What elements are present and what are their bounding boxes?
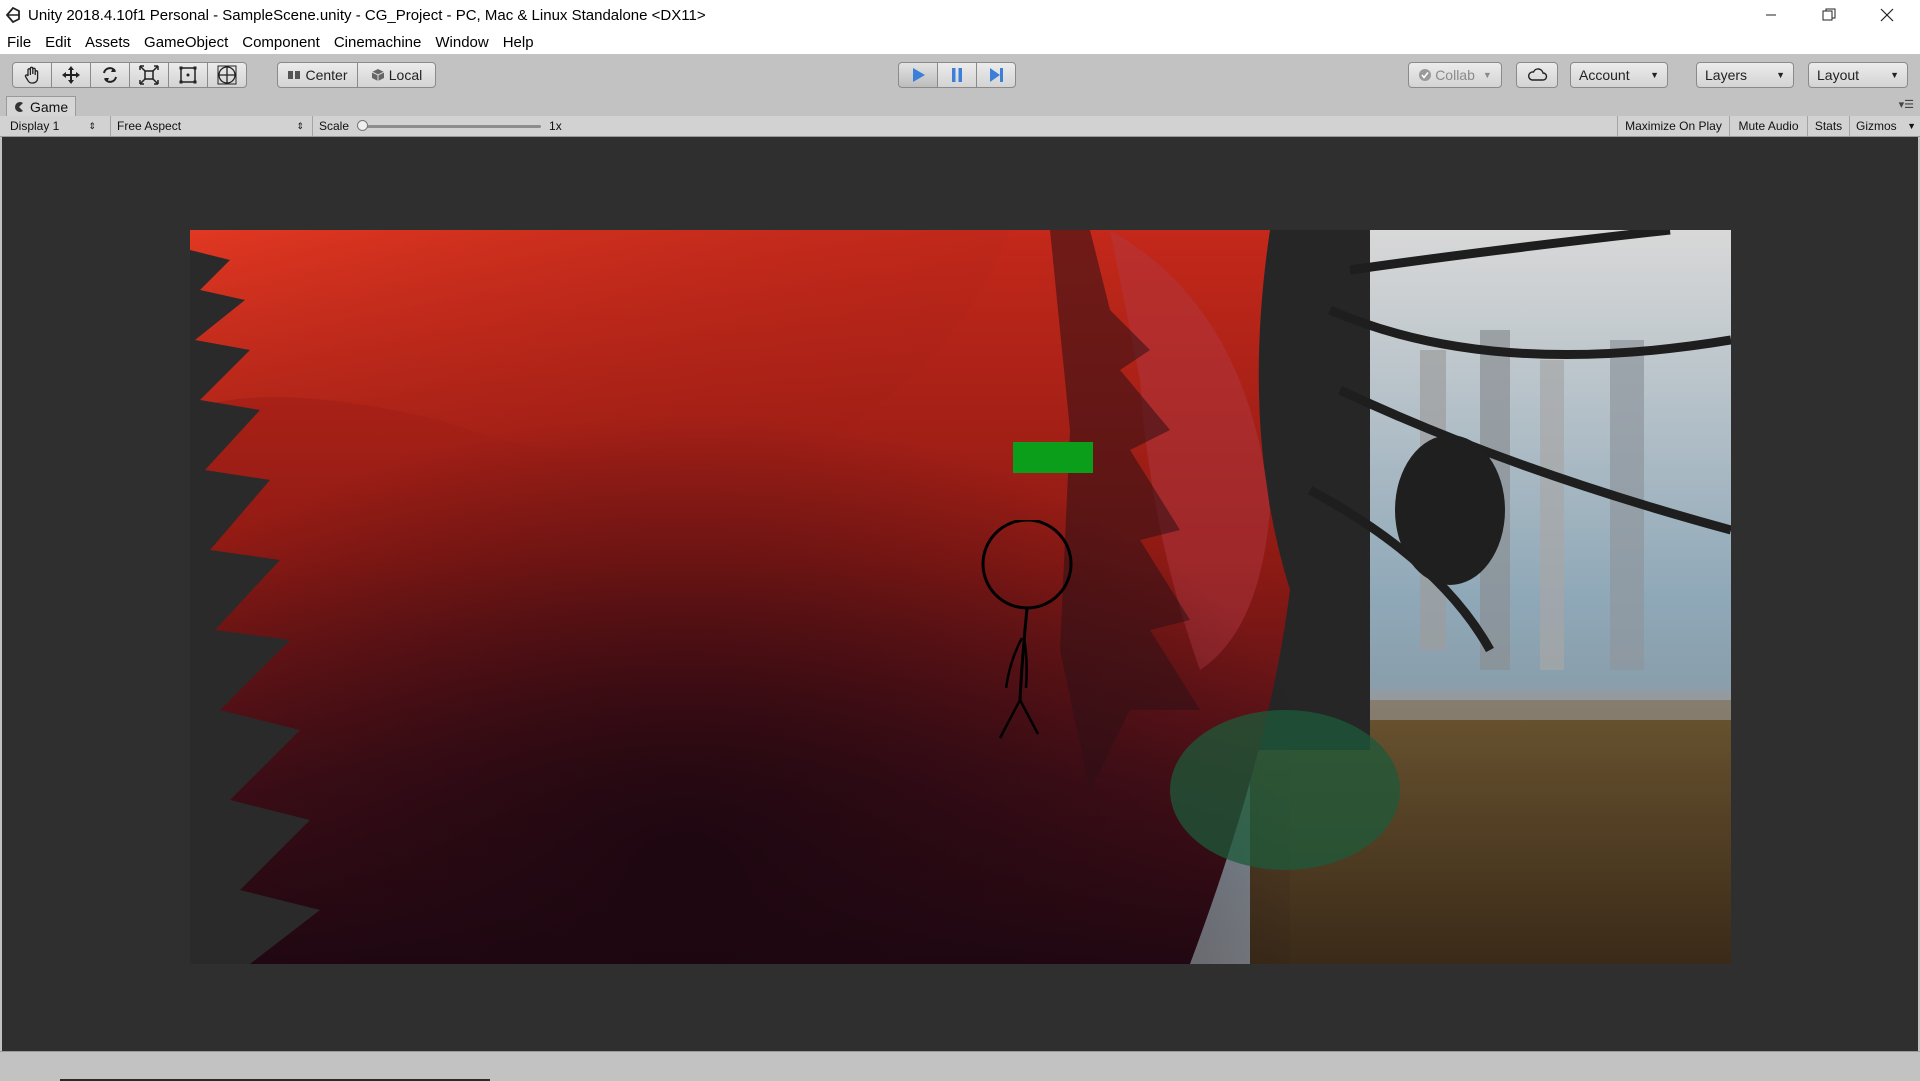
menu-edit[interactable]: Edit (38, 34, 78, 51)
play-icon (913, 68, 925, 82)
stats-toggle[interactable]: Stats (1807, 116, 1849, 136)
updown-arrow-icon: ⇕ (88, 120, 96, 131)
hand-tool-button[interactable] (12, 62, 52, 88)
menu-window[interactable]: Window (428, 34, 495, 51)
chevron-down-icon: ▼ (1776, 70, 1785, 80)
status-bar (0, 1051, 1920, 1081)
pause-icon (952, 68, 962, 82)
tab-game[interactable]: Game (6, 96, 76, 116)
updown-arrow-icon: ⇕ (296, 120, 304, 131)
step-icon (990, 68, 1003, 82)
scale-tool-button[interactable] (129, 62, 169, 88)
mute-audio-toggle[interactable]: Mute Audio (1729, 116, 1807, 136)
chevron-down-icon: ▼ (1890, 70, 1899, 80)
scale-value: 1x (549, 119, 562, 133)
menu-gameobject[interactable]: GameObject (137, 34, 235, 51)
title-bar: Unity 2018.4.10f1 Personal - SampleScene… (0, 0, 1920, 30)
collab-label: Collab (1435, 67, 1475, 83)
player-stick-figure (981, 520, 1073, 739)
transform-tool-icon (217, 65, 237, 85)
scale-label: Scale (319, 119, 350, 133)
game-view-icon (15, 101, 23, 112)
local-label: Local (388, 67, 423, 83)
menu-file[interactable]: File (0, 34, 38, 51)
minimize-icon (1766, 14, 1776, 16)
scene-artwork (190, 230, 1731, 964)
move-tool-icon (62, 66, 80, 84)
panel-menu-icon[interactable]: ▾☰ (1899, 98, 1914, 111)
chevron-down-icon: ▼ (1650, 70, 1659, 80)
layout-label: Layout (1817, 67, 1860, 83)
game-tab-row: Game ▾☰ (0, 94, 1920, 117)
step-button[interactable] (976, 62, 1016, 88)
restore-icon (1822, 8, 1836, 21)
menu-help[interactable]: Help (496, 34, 541, 51)
check-icon (1419, 69, 1432, 81)
layout-dropdown[interactable]: Layout ▼ (1808, 62, 1908, 88)
tree-trunk (1540, 360, 1564, 670)
move-tool-button[interactable] (51, 62, 91, 88)
maximize-on-play-toggle[interactable]: Maximize On Play (1617, 116, 1729, 136)
mute-audio-label: Mute Audio (1738, 119, 1799, 133)
menu-cinemachine[interactable]: Cinemachine (327, 34, 429, 51)
close-icon (1880, 8, 1894, 22)
rect-tool-button[interactable] (168, 62, 208, 88)
local-cube-icon (371, 69, 384, 81)
layers-label: Layers (1705, 67, 1748, 83)
main-toolbar: Center Local Collab ▼ Account ▼ Layers ▼… (0, 54, 1920, 95)
collab-dropdown[interactable]: Collab ▼ (1408, 62, 1502, 88)
play-button[interactable] (898, 62, 938, 88)
health-bar (1013, 442, 1093, 473)
minimize-button[interactable] (1742, 0, 1800, 30)
layers-dropdown[interactable]: Layers ▼ (1696, 62, 1794, 88)
gizmos-dropdown[interactable]: Gizmos ▼ (1849, 116, 1920, 136)
window-title: Unity 2018.4.10f1 Personal - SampleScene… (28, 6, 706, 24)
menu-assets[interactable]: Assets (78, 34, 137, 51)
pivot-icon (288, 71, 301, 79)
dark-foliage (1395, 435, 1505, 585)
restore-button[interactable] (1800, 0, 1858, 30)
game-viewport[interactable] (2, 137, 1918, 1051)
cloud-button[interactable] (1516, 62, 1558, 88)
transform-tool-button[interactable] (207, 62, 247, 88)
display-dropdown[interactable]: Display 1 ⇕ (4, 116, 102, 136)
display-label: Display 1 (10, 119, 60, 133)
pivot-label: Center (305, 67, 348, 83)
tab-game-label: Game (30, 98, 69, 115)
game-scene[interactable] (190, 230, 1731, 964)
scale-slider[interactable] (357, 119, 542, 133)
pause-button[interactable] (937, 62, 977, 88)
unity-logo-icon (5, 6, 20, 24)
gizmos-label: Gizmos (1856, 119, 1897, 133)
scale-slider-track (357, 125, 542, 128)
scale-control: Scale 1x (312, 116, 572, 136)
aspect-dropdown[interactable]: Free Aspect ⇕ (110, 116, 310, 136)
pivot-local-toggle[interactable]: Local (357, 62, 436, 88)
maximize-on-play-label: Maximize On Play (1625, 119, 1722, 133)
green-bush (1170, 710, 1400, 870)
aspect-label: Free Aspect (117, 119, 182, 133)
transform-tools (12, 62, 247, 88)
menu-component[interactable]: Component (235, 34, 327, 51)
rect-tool-icon (179, 66, 197, 84)
scale-tool-icon (139, 65, 159, 85)
rotate-tool-icon (103, 67, 117, 83)
account-dropdown[interactable]: Account ▼ (1570, 62, 1668, 88)
chevron-down-icon: ▼ (1482, 70, 1492, 80)
cloud-icon (1528, 68, 1548, 81)
scale-slider-thumb[interactable] (357, 120, 369, 131)
account-label: Account (1579, 67, 1630, 83)
close-button[interactable] (1858, 0, 1916, 30)
game-view-bar: Display 1 ⇕ Free Aspect ⇕ Scale 1x Maxim… (0, 116, 1920, 137)
menu-bar: File Edit Assets GameObject Component Ci… (0, 30, 1920, 54)
rotate-tool-button[interactable] (90, 62, 130, 88)
pivot-center-toggle[interactable]: Center (277, 62, 358, 88)
stats-label: Stats (1814, 119, 1843, 133)
hand-tool-icon (24, 66, 39, 84)
chevron-down-icon: ▼ (1907, 121, 1916, 131)
